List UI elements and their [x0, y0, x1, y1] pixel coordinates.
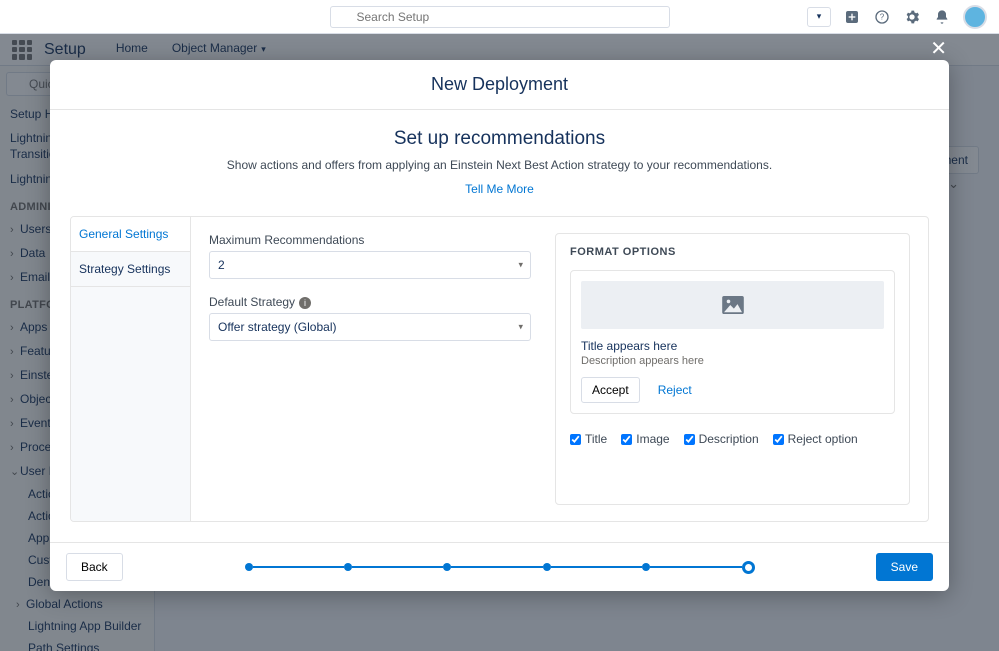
modal-footer: Back Save: [50, 542, 949, 591]
reject-button[interactable]: Reject: [648, 377, 702, 403]
label-text: Default Strategy: [209, 295, 295, 309]
check-image[interactable]: Image: [621, 432, 669, 446]
step-dot: [245, 563, 253, 571]
progress-stepper: [245, 561, 755, 574]
new-deployment-modal: ✕ New Deployment Set up recommendations …: [50, 60, 949, 591]
default-strategy-select[interactable]: Offer strategy (Global): [209, 313, 531, 341]
checkbox-reject[interactable]: [773, 434, 784, 445]
step-dot: [443, 563, 451, 571]
image-placeholder-icon: [581, 281, 884, 329]
tell-me-more-link[interactable]: Tell Me More: [70, 182, 929, 196]
preview-title: Title appears here: [581, 339, 884, 353]
preview-description: Description appears here: [581, 355, 884, 367]
global-header: ▾ ?: [0, 0, 999, 34]
step-dot: [543, 563, 551, 571]
check-label: Description: [699, 432, 759, 446]
help-icon[interactable]: ?: [873, 8, 891, 26]
format-options-panel: FORMAT OPTIONS Title appears here Descri…: [555, 233, 910, 505]
global-search-input[interactable]: [330, 6, 670, 28]
info-icon[interactable]: i: [299, 297, 311, 309]
accept-button[interactable]: Accept: [581, 377, 640, 403]
checkbox-description[interactable]: [684, 434, 695, 445]
settings-nav-general[interactable]: General Settings: [71, 217, 190, 252]
checkbox-image[interactable]: [621, 434, 632, 445]
check-label: Title: [585, 432, 607, 446]
max-recommendations-label: Maximum Recommendations: [209, 233, 531, 247]
modal-header: New Deployment: [50, 60, 949, 110]
check-title[interactable]: Title: [570, 432, 607, 446]
check-label: Image: [636, 432, 669, 446]
checkbox-title[interactable]: [570, 434, 581, 445]
format-options-header: FORMAT OPTIONS: [570, 246, 895, 258]
back-button[interactable]: Back: [66, 553, 123, 581]
check-reject-option[interactable]: Reject option: [773, 432, 858, 446]
settings-nav-strategy[interactable]: Strategy Settings: [71, 252, 190, 287]
modal-description: Show actions and offers from applying an…: [70, 158, 929, 172]
settings-panel: General Settings Strategy Settings Maxim…: [70, 216, 929, 522]
step-dot: [344, 563, 352, 571]
step-dot-current: [742, 561, 755, 574]
close-icon[interactable]: ✕: [926, 32, 951, 65]
modal-subtitle: Set up recommendations: [70, 128, 929, 150]
modal-title: New Deployment: [64, 74, 935, 95]
notifications-icon[interactable]: [933, 8, 951, 26]
gear-icon[interactable]: [903, 8, 921, 26]
add-icon[interactable]: [843, 8, 861, 26]
svg-text:?: ?: [880, 12, 885, 21]
recommendation-preview-card: Title appears here Description appears h…: [570, 270, 895, 414]
max-recommendations-select[interactable]: 2: [209, 251, 531, 279]
chevron-down-icon: ▾: [817, 11, 822, 22]
default-strategy-label: Default Strategy i: [209, 295, 531, 309]
favorites-dropdown[interactable]: ▾: [807, 7, 831, 27]
check-description[interactable]: Description: [684, 432, 759, 446]
check-label: Reject option: [788, 432, 858, 446]
avatar[interactable]: [963, 5, 987, 29]
save-button[interactable]: Save: [876, 553, 933, 581]
step-dot: [642, 563, 650, 571]
modal-subhead: Set up recommendations Show actions and …: [50, 110, 949, 206]
settings-nav: General Settings Strategy Settings: [71, 217, 191, 521]
